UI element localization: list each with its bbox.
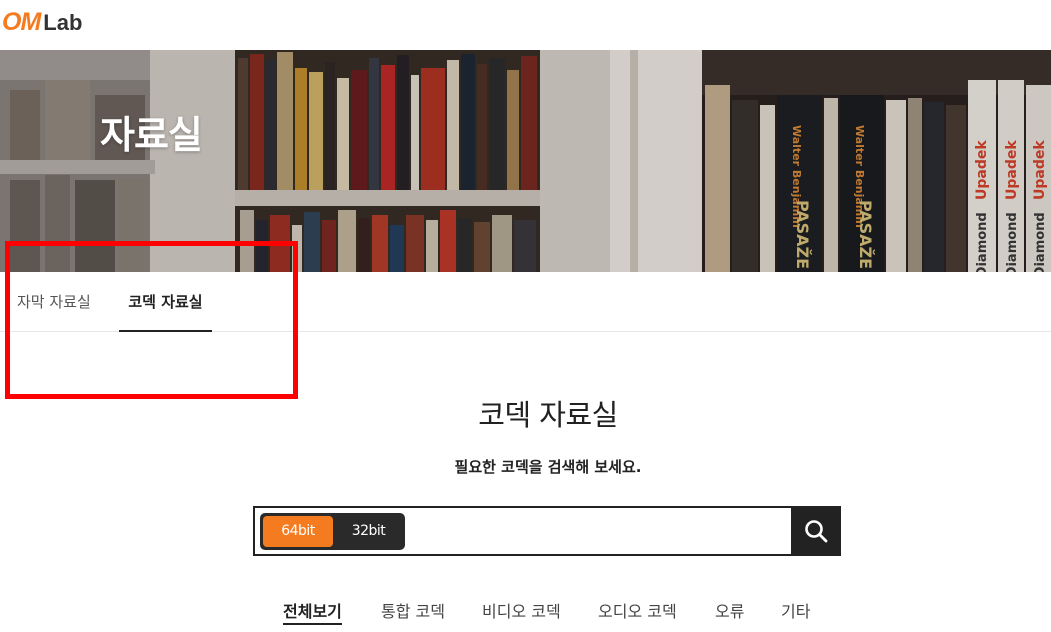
section-subtitle: 필요한 코덱을 검색해 보세요. <box>454 458 642 476</box>
search-button[interactable] <box>791 506 841 556</box>
bit-toggle: 64bit 32bit <box>260 513 405 550</box>
archive-tabs: 자막 자료실 코덱 자료실 <box>0 272 1051 332</box>
category-tabs: 전체보기 통합 코덱 비디오 코덱 오디오 코덱 오류 기타 <box>0 598 1051 628</box>
category-video-codec[interactable]: 비디오 코덱 <box>482 598 561 622</box>
category-other[interactable]: 기타 <box>781 598 810 622</box>
hero-banner: Walter Benjamin PASAŽE Walter Benjamin P… <box>0 50 1051 272</box>
category-audio-codec[interactable]: 오디오 코덱 <box>598 598 677 622</box>
logo-lab-text: Lab <box>43 9 83 35</box>
codec-search-bar: 64bit 32bit <box>253 506 841 556</box>
bit-64-button[interactable]: 64bit <box>263 516 333 547</box>
category-all[interactable]: 전체보기 <box>283 598 342 625</box>
section-title: 코덱 자료실 <box>478 398 618 432</box>
category-error[interactable]: 오류 <box>715 598 744 622</box>
bit-32-button[interactable]: 32bit <box>335 516 402 547</box>
tab-codec-archive[interactable]: 코덱 자료실 <box>119 272 212 332</box>
site-header: OM Lab <box>0 0 1051 50</box>
bookshelf-image: Walter Benjamin PASAŽE Walter Benjamin P… <box>0 50 1051 272</box>
page-title: 자료실 <box>100 113 203 157</box>
omlab-logo[interactable]: OM Lab <box>2 8 82 37</box>
search-icon <box>805 520 828 543</box>
category-integrated-codec[interactable]: 통합 코덱 <box>381 598 445 622</box>
tab-subtitle-archive[interactable]: 자막 자료실 <box>17 272 91 331</box>
search-input[interactable] <box>407 510 787 552</box>
logo-om-text: OM <box>2 8 41 36</box>
